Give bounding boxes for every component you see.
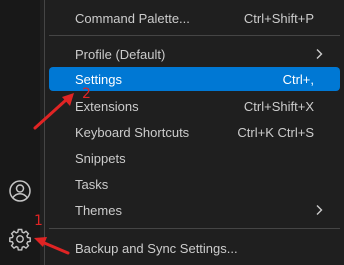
menu-item-shortcut: Ctrl+Shift+P [243, 10, 314, 26]
menu-item-label: Keyboard Shortcuts [75, 124, 190, 140]
menu-item-label: Backup and Sync Settings... [75, 240, 238, 256]
chevron-right-icon [316, 205, 323, 215]
menu-item-keyboard-shortcuts[interactable]: Keyboard Shortcuts Ctrl+K Ctrl+S [49, 120, 340, 144]
menu-item-label: Command Palette... [75, 10, 190, 26]
manage-gear-icon[interactable] [6, 225, 34, 253]
menu-item-shortcut: Ctrl+Shift+X [243, 98, 314, 114]
account-icon[interactable] [6, 177, 34, 205]
menu-separator [49, 228, 340, 229]
menu-item-label: Themes [75, 202, 122, 218]
menu-item-settings[interactable]: Settings Ctrl+, [49, 67, 340, 91]
menu-item-label: Settings [75, 71, 122, 87]
menu-item-profile[interactable]: Profile (Default) [49, 42, 340, 66]
menu-item-command-palette[interactable]: Command Palette... Ctrl+Shift+P [49, 6, 340, 30]
menu-item-label: Tasks [75, 176, 109, 192]
menu-item-snippets[interactable]: Snippets [49, 146, 340, 170]
menu-item-themes[interactable]: Themes [49, 198, 340, 222]
manage-menu: Command Palette... Ctrl+Shift+P Profile … [44, 0, 344, 265]
screenshot-stage: Command Palette... Ctrl+Shift+P Profile … [0, 0, 344, 265]
menu-item-shortcut: Ctrl+, [282, 71, 314, 87]
annotation-number-2: 2 [82, 86, 91, 102]
menu-item-backup-sync[interactable]: Backup and Sync Settings... [49, 236, 340, 260]
menu-item-tasks[interactable]: Tasks [49, 172, 340, 196]
menu-separator [49, 35, 340, 36]
menu-item-extensions[interactable]: Extensions Ctrl+Shift+X [49, 94, 340, 118]
annotation-number-1: 1 [34, 213, 43, 229]
menu-item-label: Snippets [75, 150, 126, 166]
chevron-right-icon [316, 49, 323, 59]
menu-item-label: Profile (Default) [75, 46, 166, 62]
menu-item-shortcut: Ctrl+K Ctrl+S [237, 124, 314, 140]
